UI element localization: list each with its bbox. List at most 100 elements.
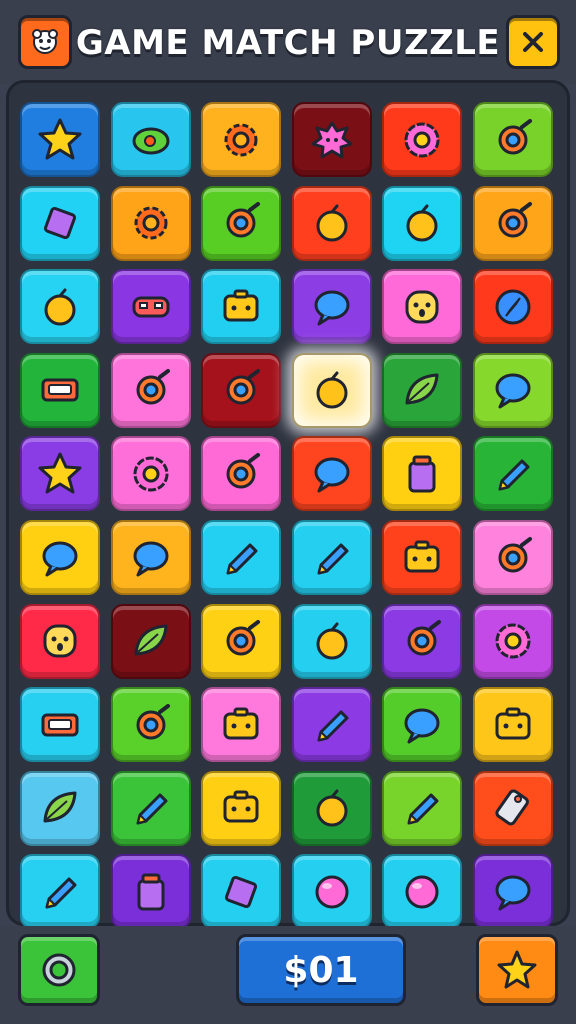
tile-r7-c1[interactable] [110,687,191,763]
pencil-icon [226,543,258,574]
face-icon [43,624,77,658]
tile-r5-c2[interactable] [201,520,282,595]
tile-r0-c3[interactable] [291,102,372,177]
menu-button[interactable] [18,15,72,69]
tile-r7-c5[interactable] [473,687,553,763]
tile-r9-c5[interactable] [473,854,553,930]
tile-r3-c5[interactable] [473,352,553,428]
tile-r1-c5[interactable] [473,185,553,261]
tile-r6-c3[interactable] [291,603,372,679]
tile-r6-c5[interactable] [473,603,553,679]
tile-r3-c0[interactable] [20,352,100,428]
tile-r8-c2[interactable] [201,770,282,846]
tile-r5-c1[interactable] [110,520,191,595]
tile-r2-c4[interactable] [382,269,463,345]
tile-r4-c5[interactable] [473,436,553,512]
tile-r4-c4[interactable] [382,436,463,512]
tile-r2-c1[interactable] [110,269,191,345]
tile-r4-c2[interactable] [201,436,282,512]
tile-r7-c3[interactable] [291,687,372,763]
fruit-icon [406,204,438,242]
tile-r4-c3[interactable] [291,436,372,512]
tile-r9-c3[interactable] [291,854,372,930]
tile-r2-c0[interactable] [20,269,100,345]
tile-r6-c0[interactable] [20,603,100,679]
ring-icon [136,369,170,405]
splat-icon [311,121,353,158]
ring-icon [498,536,532,572]
leaf-icon [134,624,168,656]
ring-icon [226,620,261,656]
pencil-icon [45,877,77,909]
tile-r7-c4[interactable] [382,687,463,763]
box-icon [404,540,440,572]
tile-r1-c2[interactable] [201,185,282,261]
tile-r1-c0[interactable] [20,185,100,261]
tile-r5-c3[interactable] [291,520,372,595]
tile-r4-c0[interactable] [20,436,100,512]
star-icon [38,452,82,494]
tile-r1-c1[interactable] [110,185,191,261]
hint-button[interactable] [18,934,100,1006]
mask-icon [132,296,170,318]
game-title: GAME MATCH PUZZLE [75,23,501,63]
tile-r7-c0[interactable] [20,687,100,763]
tile-r7-c2[interactable] [201,687,282,763]
tile-r3-c3[interactable] [291,352,372,428]
tile-r6-c2[interactable] [201,603,282,679]
tile-r8-c4[interactable] [382,770,463,846]
jar-icon [408,455,436,493]
face-icon [32,29,58,54]
ring-icon [136,703,170,740]
fruit-icon [316,622,348,660]
bubble-icon [404,708,440,744]
score-button[interactable]: $01 [236,934,406,1006]
tile-r8-c0[interactable] [20,770,100,846]
ball-icon [315,875,349,909]
tile-r0-c1[interactable] [110,102,191,177]
tile-r9-c0[interactable] [20,854,100,930]
ring-icon [407,620,442,656]
tile-r5-c5[interactable] [473,520,553,595]
tile-r5-c4[interactable] [382,520,463,595]
fruit-icon [316,204,348,242]
tile-r9-c4[interactable] [382,854,463,930]
tile-r3-c1[interactable] [110,352,191,428]
gear-icon [224,123,258,156]
tile-r2-c3[interactable] [291,269,372,345]
tile-r2-c2[interactable] [201,269,282,345]
tile-r9-c1[interactable] [110,854,191,930]
close-button[interactable] [506,15,560,69]
tile-r1-c4[interactable] [382,185,463,261]
face-icon [405,290,439,324]
box-icon [223,707,259,740]
tile-r0-c2[interactable] [201,102,282,177]
tile-r5-c0[interactable] [20,520,100,595]
flower-icon [404,122,440,157]
tile-r0-c0[interactable] [20,102,100,177]
tile-r3-c2[interactable] [201,352,282,428]
tile-r2-c5[interactable] [473,269,553,345]
tile-r1-c3[interactable] [291,185,372,261]
tile-r3-c4[interactable] [382,352,463,428]
bubble-icon [495,875,531,911]
tile-r8-c3[interactable] [291,770,372,846]
tile-r0-c5[interactable] [473,102,553,177]
tile-r9-c2[interactable] [201,854,282,930]
tape-icon [41,713,79,737]
tile-r6-c1[interactable] [110,603,191,679]
ring-icon [498,202,532,238]
tile-r8-c5[interactable] [473,770,553,846]
star-button[interactable] [476,934,558,1006]
jar-icon [137,873,165,911]
tile-r8-c1[interactable] [110,770,191,846]
tile-r4-c1[interactable] [110,436,191,512]
tile-r0-c4[interactable] [382,102,463,177]
gear-icon [134,206,168,240]
tile-r6-c4[interactable] [382,603,463,679]
box-icon [495,707,531,740]
fruit-icon [316,789,348,827]
ring-icon [498,118,532,154]
leaf-icon [405,373,439,405]
close-icon [523,32,543,52]
